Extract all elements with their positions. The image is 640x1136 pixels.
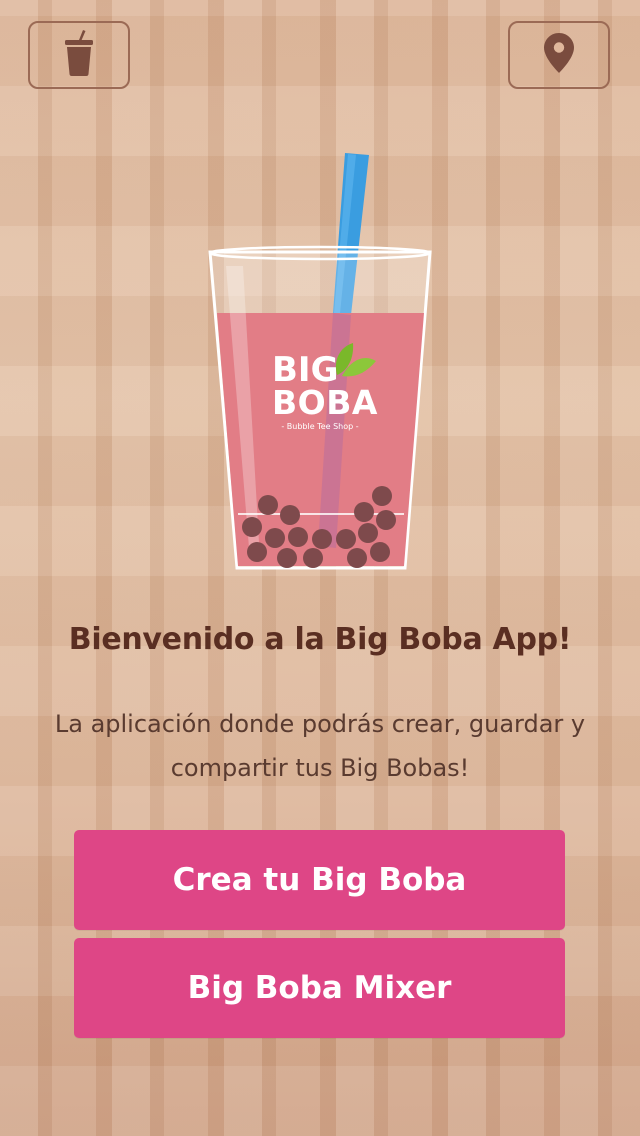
drink-cup-icon	[63, 30, 95, 80]
drink-menu-button[interactable]	[28, 21, 130, 89]
location-pin-icon	[544, 33, 574, 77]
create-boba-button[interactable]: Crea tu Big Boba	[74, 830, 565, 930]
location-button[interactable]	[508, 21, 610, 89]
svg-text:BOBA: BOBA	[272, 383, 378, 422]
welcome-title: Bienvenido a la Big Boba App!	[68, 622, 572, 657]
welcome-description: La aplicación donde podrás crear, guarda…	[54, 710, 586, 782]
svg-text:- Bubble Tee Shop -: - Bubble Tee Shop -	[281, 422, 358, 431]
boba-mixer-button[interactable]: Big Boba Mixer	[74, 938, 565, 1038]
boba-illustration: BIG BOBA - Bubble Tee Shop -	[0, 140, 640, 590]
